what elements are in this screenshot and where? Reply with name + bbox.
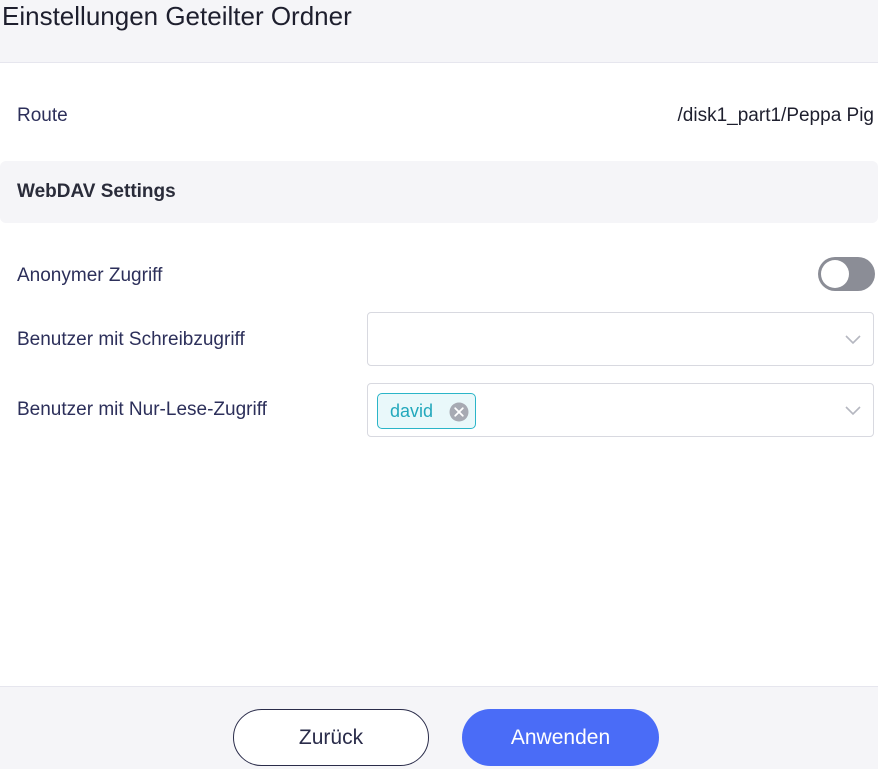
webdav-section-title: WebDAV Settings — [17, 181, 176, 202]
write-users-select[interactable] — [367, 312, 874, 366]
dialog-footer: Zurück Anwenden — [0, 686, 878, 769]
user-tag-label: david — [390, 401, 434, 421]
readonly-users-select[interactable]: david — [367, 383, 874, 437]
toggle-knob — [821, 260, 849, 288]
close-circle-icon[interactable] — [449, 402, 469, 422]
webdav-section-header: WebDAV Settings — [0, 161, 878, 223]
apply-button[interactable]: Anwenden — [462, 709, 659, 766]
write-users-label: Benutzer mit Schreibzugriff — [17, 329, 245, 350]
route-label: Route — [17, 105, 68, 126]
user-tag-david: david — [377, 393, 476, 429]
chevron-down-icon — [845, 335, 861, 345]
back-button[interactable]: Zurück — [233, 709, 429, 766]
chevron-down-icon — [845, 406, 861, 416]
dialog-header: Einstellungen Geteilter Ordner — [0, 0, 878, 63]
dialog-title: Einstellungen Geteilter Ordner — [2, 1, 352, 31]
anonymous-access-label: Anonymer Zugriff — [17, 265, 163, 286]
readonly-users-label: Benutzer mit Nur-Lese-Zugriff — [17, 399, 267, 420]
route-value: /disk1_part1/Peppa Pig — [677, 105, 874, 126]
anonymous-access-toggle[interactable] — [818, 257, 875, 291]
